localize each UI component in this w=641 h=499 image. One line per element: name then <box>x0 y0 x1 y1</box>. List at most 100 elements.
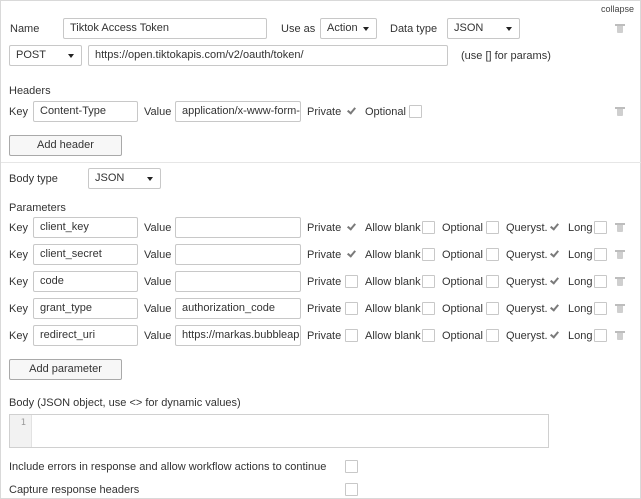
param-optional-label: Optional <box>442 330 483 342</box>
divider <box>1 162 641 163</box>
api-call-panel: collapse Name Tiktok Access Token Use as… <box>0 0 641 499</box>
param-long-checkbox[interactable] <box>594 275 607 288</box>
param-key-input[interactable]: client_key <box>33 217 138 238</box>
param-private-checkbox[interactable] <box>345 275 358 288</box>
header-value-label: Value <box>144 106 172 118</box>
param-value-input[interactable] <box>175 217 301 238</box>
collapse-link[interactable]: collapse <box>601 4 634 14</box>
param-key-input[interactable]: grant_type <box>33 298 138 319</box>
param-allow-blank-checkbox[interactable] <box>422 275 435 288</box>
delete-parameter-trash-icon[interactable] <box>615 277 625 286</box>
param-long-checkbox[interactable] <box>594 302 607 315</box>
capture-headers-checkbox[interactable] <box>345 483 358 496</box>
param-allow-blank-checkbox[interactable] <box>422 329 435 342</box>
param-optional-label: Optional <box>442 276 483 288</box>
param-value-input[interactable] <box>175 244 301 265</box>
param-allow-blank-label: Allow blank <box>365 303 421 315</box>
body-code-editor[interactable]: 1 <box>9 414 549 448</box>
param-queryst-checkbox[interactable] <box>548 302 561 315</box>
add-parameter-button[interactable]: Add parameter <box>9 359 122 380</box>
header-key-input[interactable]: Content-Type <box>33 101 138 122</box>
param-key-input[interactable]: code <box>33 271 138 292</box>
param-key-label: Key <box>9 330 28 342</box>
checkmark-icon <box>550 275 559 285</box>
checkmark-icon <box>347 105 356 115</box>
method-dropdown[interactable]: POST <box>9 45 82 66</box>
data-type-label: Data type <box>390 23 438 35</box>
param-private-label: Private <box>307 222 342 234</box>
param-private-checkbox[interactable] <box>345 221 358 234</box>
param-private-label: Private <box>307 330 342 342</box>
data-type-value: JSON <box>454 22 484 34</box>
body-type-value: JSON <box>95 172 125 184</box>
data-type-dropdown[interactable]: JSON <box>447 18 520 39</box>
param-private-checkbox[interactable] <box>345 248 358 261</box>
param-queryst-label: Queryst. <box>506 303 548 315</box>
param-value-label: Value <box>144 276 172 288</box>
header-optional-checkbox[interactable] <box>409 105 422 118</box>
header-private-label: Private <box>307 106 342 118</box>
param-long-checkbox[interactable] <box>594 329 607 342</box>
delete-parameter-trash-icon[interactable] <box>615 304 625 313</box>
delete-parameter-trash-icon[interactable] <box>615 250 625 259</box>
checkmark-icon <box>550 329 559 339</box>
param-queryst-label: Queryst. <box>506 276 548 288</box>
param-long-checkbox[interactable] <box>594 221 607 234</box>
param-key-input[interactable]: client_secret <box>33 244 138 265</box>
header-optional-label: Optional <box>365 106 406 118</box>
param-optional-checkbox[interactable] <box>486 329 499 342</box>
param-key-label: Key <box>9 222 28 234</box>
param-long-label: Long <box>568 222 593 234</box>
param-optional-label: Optional <box>442 222 483 234</box>
param-value-label: Value <box>144 330 172 342</box>
chevron-down-icon <box>363 27 369 31</box>
checkmark-icon <box>550 302 559 312</box>
param-value-input[interactable]: https://markas.bubbleapps.io <box>175 325 301 346</box>
checkmark-icon <box>550 248 559 258</box>
checkmark-icon <box>347 221 356 231</box>
param-optional-checkbox[interactable] <box>486 221 499 234</box>
add-header-button[interactable]: Add header <box>9 135 122 156</box>
param-key-label: Key <box>9 276 28 288</box>
include-errors-checkbox[interactable] <box>345 460 358 473</box>
chevron-down-icon <box>68 54 74 58</box>
param-allow-blank-checkbox[interactable] <box>422 248 435 261</box>
capture-headers-label: Capture response headers <box>9 484 140 496</box>
url-input[interactable]: https://open.tiktokapis.com/v2/oauth/tok… <box>88 45 448 66</box>
param-optional-checkbox[interactable] <box>486 302 499 315</box>
param-queryst-checkbox[interactable] <box>548 248 561 261</box>
param-key-input[interactable]: redirect_uri <box>33 325 138 346</box>
param-long-label: Long <box>568 276 593 288</box>
param-allow-blank-checkbox[interactable] <box>422 302 435 315</box>
param-queryst-checkbox[interactable] <box>548 275 561 288</box>
delete-call-trash-icon[interactable] <box>615 24 625 33</box>
delete-parameter-trash-icon[interactable] <box>615 331 625 340</box>
header-key-label: Key <box>9 106 28 118</box>
param-allow-blank-checkbox[interactable] <box>422 221 435 234</box>
param-allow-blank-label: Allow blank <box>365 276 421 288</box>
header-private-checkbox[interactable] <box>345 105 358 118</box>
param-value-input[interactable]: authorization_code <box>175 298 301 319</box>
param-queryst-checkbox[interactable] <box>548 221 561 234</box>
param-value-input[interactable] <box>175 271 301 292</box>
body-title: Body (JSON object, use <> for dynamic va… <box>9 397 241 409</box>
param-value-label: Value <box>144 222 172 234</box>
header-value-input[interactable]: application/x-www-form-urlencoded <box>175 101 301 122</box>
method-value: POST <box>16 49 46 61</box>
delete-parameter-trash-icon[interactable] <box>615 223 625 232</box>
param-queryst-label: Queryst. <box>506 330 548 342</box>
name-label: Name <box>10 23 40 35</box>
param-long-checkbox[interactable] <box>594 248 607 261</box>
delete-header-trash-icon[interactable] <box>615 107 625 116</box>
param-long-label: Long <box>568 249 593 261</box>
param-key-label: Key <box>9 303 28 315</box>
param-key-label: Key <box>9 249 28 261</box>
param-private-checkbox[interactable] <box>345 302 358 315</box>
param-optional-checkbox[interactable] <box>486 248 499 261</box>
param-queryst-checkbox[interactable] <box>548 329 561 342</box>
param-optional-checkbox[interactable] <box>486 275 499 288</box>
use-as-dropdown[interactable]: Action <box>320 18 377 39</box>
body-type-dropdown[interactable]: JSON <box>88 168 161 189</box>
param-private-checkbox[interactable] <box>345 329 358 342</box>
name-input[interactable]: Tiktok Access Token <box>63 18 267 39</box>
